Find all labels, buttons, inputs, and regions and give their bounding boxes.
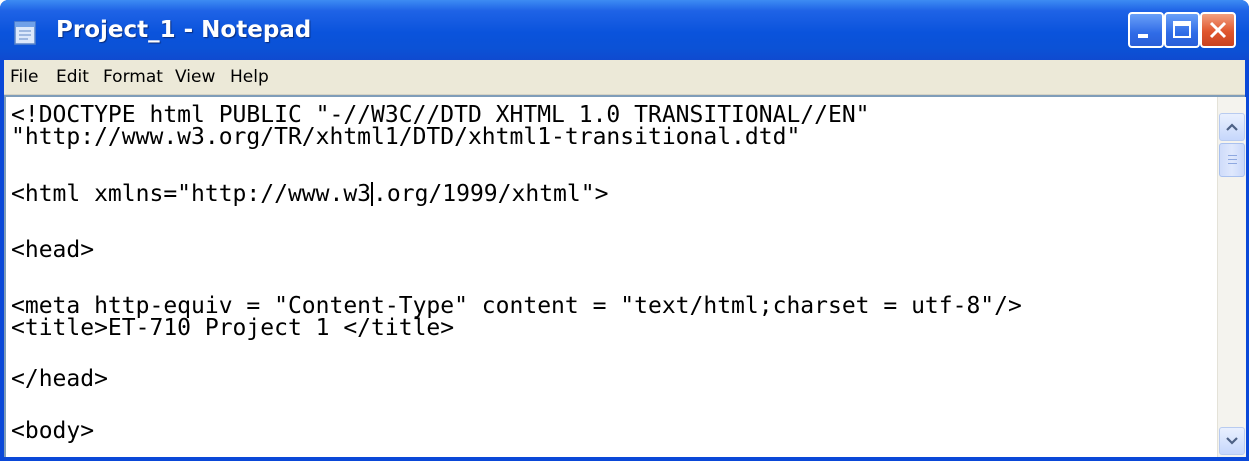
code-line-before-caret: <html xmlns="http://www.w3 xyxy=(11,181,372,207)
minimize-button[interactable] xyxy=(1128,12,1164,48)
menu-format[interactable]: Format xyxy=(103,60,163,94)
scrollbar-thumb[interactable] xyxy=(1219,143,1245,177)
scroll-up-arrow-icon xyxy=(1226,123,1238,131)
notepad-window: Project_1 - Notepad File Edit Format Vie… xyxy=(0,0,1249,461)
menu-edit[interactable]: Edit xyxy=(56,60,89,94)
code-line: <html xmlns="http://www.w3.org/1999/xhtm… xyxy=(11,182,608,206)
code-line: </head> xyxy=(11,366,108,392)
minimize-icon xyxy=(1138,34,1148,38)
window-title: Project_1 - Notepad xyxy=(56,17,312,43)
code-line: <body> xyxy=(11,418,95,444)
thumb-grip xyxy=(1228,155,1237,156)
code-line: <title>ET-710 Project 1 </title> xyxy=(11,315,455,341)
text-area[interactable]: <!DOCTYPE html PUBLIC "-//W3C//DTD XHTML… xyxy=(4,95,1246,457)
vertical-scrollbar[interactable] xyxy=(1217,97,1246,457)
code-line-after-caret: .org/1999/xhtml"> xyxy=(373,181,609,207)
scroll-down-button[interactable] xyxy=(1219,427,1245,455)
close-icon xyxy=(1209,21,1227,39)
maximize-icon xyxy=(1173,21,1191,38)
menu-file[interactable]: File xyxy=(10,60,38,94)
maximize-button[interactable] xyxy=(1164,12,1200,48)
scroll-down-arrow-icon xyxy=(1226,437,1238,445)
close-button[interactable] xyxy=(1200,12,1236,48)
thumb-grip xyxy=(1228,159,1237,160)
code-line: "http://www.w3.org/TR/xhtml1/DTD/xhtml1-… xyxy=(11,124,801,150)
thumb-grip xyxy=(1228,163,1237,164)
title-bar[interactable]: Project_1 - Notepad xyxy=(0,0,1249,60)
notepad-icon xyxy=(14,21,36,45)
scroll-up-button[interactable] xyxy=(1219,113,1245,141)
editor-content[interactable]: <!DOCTYPE html PUBLIC "-//W3C//DTD XHTML… xyxy=(11,103,1201,455)
menu-help[interactable]: Help xyxy=(230,60,269,94)
menu-view[interactable]: View xyxy=(175,60,215,94)
menu-bar: File Edit Format View Help xyxy=(4,60,1245,95)
code-line: <head> xyxy=(11,237,95,263)
